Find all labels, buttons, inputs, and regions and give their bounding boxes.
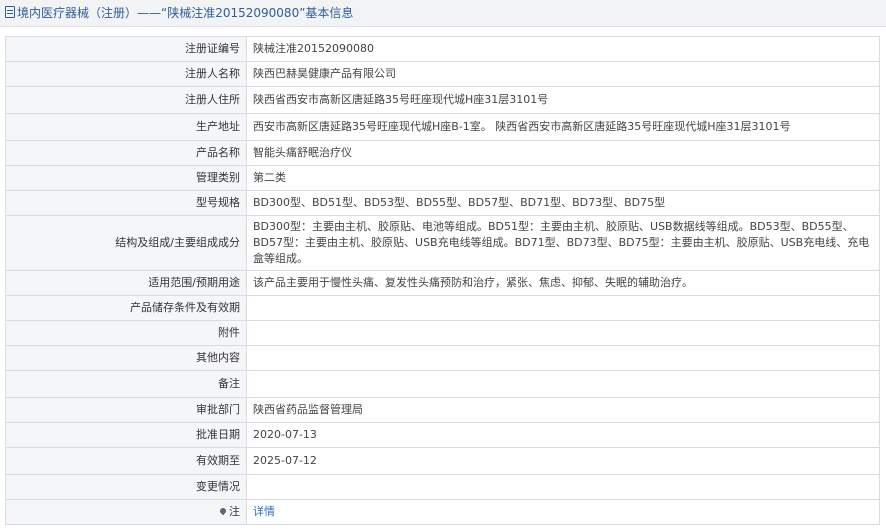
table-row-registration-number: 注册证编号 陕械注准20152090080 xyxy=(5,36,880,62)
row-label: 批准日期 xyxy=(5,422,247,448)
table-row-note: 注 详情 xyxy=(5,499,880,525)
row-label: 审批部门 xyxy=(5,397,247,423)
row-label: 适用范围/预期用途 xyxy=(5,270,247,296)
row-value: 西安市高新区唐延路35号旺座现代城H座B-1室。 陕西省西安市高新区唐延路35号… xyxy=(246,113,880,141)
table-row-production-address: 生产地址 西安市高新区唐延路35号旺座现代城H座B-1室。 陕西省西安市高新区唐… xyxy=(5,113,880,141)
table-row-product-name: 产品名称 智能头痛舒眠治疗仪 xyxy=(5,140,880,166)
row-label: 其他内容 xyxy=(5,345,247,371)
table-row-structure-composition: 结构及组成/主要组成成分 BD300型：主要由主机、胶原贴、电池等组成。BD51… xyxy=(5,215,880,271)
table-row-approval-date: 批准日期 2020-07-13 xyxy=(5,422,880,448)
table-row-valid-until: 有效期至 2025-07-12 xyxy=(5,447,880,475)
row-value: 智能头痛舒眠治疗仪 xyxy=(246,140,880,166)
row-value xyxy=(246,295,880,321)
row-value xyxy=(246,370,880,398)
row-value: BD300型、BD51型、BD53型、BD55型、BD57型、BD71型、BD7… xyxy=(246,190,880,216)
row-value: 2020-07-13 xyxy=(246,422,880,448)
table-row-change-history: 变更情况 xyxy=(5,474,880,500)
row-label: 注册人住所 xyxy=(5,86,247,114)
row-label: 附件 xyxy=(5,320,247,346)
row-value: 第二类 xyxy=(246,165,880,191)
row-value: 2025-07-12 xyxy=(246,447,880,475)
row-label: 注册人名称 xyxy=(5,61,247,87)
info-table: 注册证编号 陕械注准20152090080 注册人名称 陕西巴赫昊健康产品有限公… xyxy=(5,36,880,525)
row-value: 陕械注准20152090080 xyxy=(246,36,880,62)
row-label: 产品名称 xyxy=(5,140,247,166)
row-value: 陕西巴赫昊健康产品有限公司 xyxy=(246,61,880,87)
table-row-registrant-address: 注册人住所 陕西省西安市高新区唐延路35号旺座现代城H座31层3101号 xyxy=(5,86,880,114)
row-value xyxy=(246,474,880,500)
row-label: 备注 xyxy=(5,370,247,398)
row-label: 产品储存条件及有效期 xyxy=(5,295,247,321)
row-value: 陕西省西安市高新区唐延路35号旺座现代城H座31层3101号 xyxy=(246,86,880,114)
row-value: 详情 xyxy=(246,499,880,525)
note-label: 注 xyxy=(229,505,240,518)
details-link[interactable]: 详情 xyxy=(253,505,275,518)
row-label: 变更情况 xyxy=(5,474,247,500)
pin-icon xyxy=(218,506,228,516)
page-header: 境内医疗器械（注册）——“陕械注准20152090080”基本信息 xyxy=(0,0,886,27)
row-label: 型号规格 xyxy=(5,190,247,216)
table-row-intended-use: 适用范围/预期用途 该产品主要用于慢性头痛、复发性头痛预防和治疗，紧张、焦虑、抑… xyxy=(5,270,880,296)
table-row-storage-validity: 产品储存条件及有效期 xyxy=(5,295,880,321)
row-label: 结构及组成/主要组成成分 xyxy=(5,215,247,271)
row-value: BD300型：主要由主机、胶原贴、电池等组成。BD51型：主要由主机、胶原贴、U… xyxy=(246,215,880,271)
table-row-other-content: 其他内容 xyxy=(5,345,880,371)
row-value: 该产品主要用于慢性头痛、复发性头痛预防和治疗，紧张、焦虑、抑郁、失眠的辅助治疗。 xyxy=(246,270,880,296)
table-row-remarks: 备注 xyxy=(5,370,880,398)
document-icon xyxy=(5,6,15,18)
row-label: 注 xyxy=(5,499,247,525)
table-row-registrant-name: 注册人名称 陕西巴赫昊健康产品有限公司 xyxy=(5,61,880,87)
row-value: 陕西省药品监督管理局 xyxy=(246,397,880,423)
row-label: 管理类别 xyxy=(5,165,247,191)
row-value xyxy=(246,320,880,346)
page-title: 境内医疗器械（注册）——“陕械注准20152090080”基本信息 xyxy=(17,6,354,20)
row-label: 注册证编号 xyxy=(5,36,247,62)
table-row-management-category: 管理类别 第二类 xyxy=(5,165,880,191)
row-label: 生产地址 xyxy=(5,113,247,141)
row-value xyxy=(246,345,880,371)
table-row-approval-department: 审批部门 陕西省药品监督管理局 xyxy=(5,397,880,423)
table-row-model-spec: 型号规格 BD300型、BD51型、BD53型、BD55型、BD57型、BD71… xyxy=(5,190,880,216)
table-row-attachment: 附件 xyxy=(5,320,880,346)
row-label: 有效期至 xyxy=(5,447,247,475)
